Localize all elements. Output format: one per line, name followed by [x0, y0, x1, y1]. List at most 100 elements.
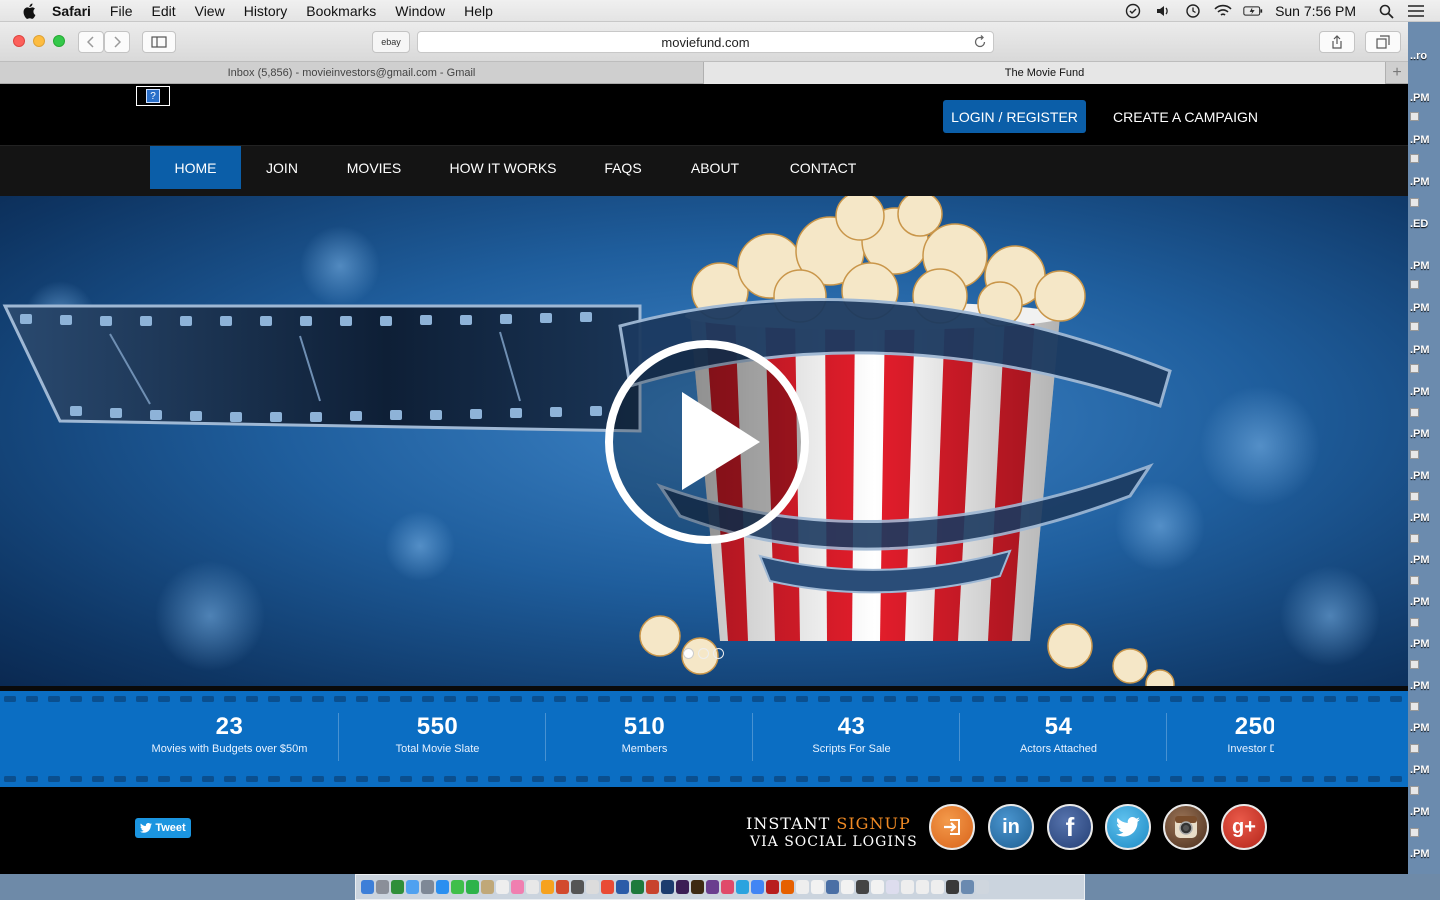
desktop-icon-label[interactable]: .PM — [1410, 638, 1440, 650]
document-icon[interactable] — [901, 880, 914, 894]
launchpad-icon[interactable] — [376, 880, 389, 894]
app-icon[interactable] — [721, 880, 734, 894]
menubar-clock[interactable]: Sun 7:56 PM — [1275, 3, 1356, 19]
zoom-window-button[interactable] — [53, 35, 65, 47]
document-icon[interactable] — [841, 880, 854, 894]
facetime-icon[interactable] — [466, 880, 479, 894]
trash-icon[interactable] — [976, 880, 989, 894]
site-logo[interactable]: ? — [136, 86, 170, 106]
word-icon[interactable] — [616, 880, 629, 894]
create-campaign-link[interactable]: CREATE A CAMPAIGN — [1103, 100, 1268, 133]
document-icon[interactable] — [871, 880, 884, 894]
social-linkedin-button[interactable]: in — [988, 804, 1034, 850]
nav-how-it-works[interactable]: HOW IT WORKS — [440, 146, 566, 189]
nav-movies[interactable]: MOVIES — [334, 146, 414, 189]
desktop-icon-label[interactable]: .PM — [1410, 386, 1440, 398]
tab-movie-fund[interactable]: The Movie Fund — [704, 62, 1386, 84]
nav-home[interactable]: HOME — [150, 146, 241, 189]
desktop-icon-label[interactable]: .PM — [1410, 764, 1440, 776]
slider-dot-1[interactable] — [683, 648, 694, 659]
document-icon[interactable] — [811, 880, 824, 894]
desktop-icon-label[interactable]: .PM — [1410, 680, 1440, 692]
downloads-stack-icon[interactable] — [961, 880, 974, 894]
tweet-button[interactable]: Tweet — [135, 818, 191, 838]
desktop-icon-label[interactable]: .PM — [1410, 806, 1440, 818]
desktop-icon-label[interactable]: .PM — [1410, 260, 1440, 272]
menu-bookmarks[interactable]: Bookmarks — [306, 3, 376, 19]
textedit-icon[interactable] — [796, 880, 809, 894]
desktop-icon-label[interactable]: .PM — [1410, 470, 1440, 482]
app-store-icon[interactable] — [406, 880, 419, 894]
desktop-icon-label[interactable]: ..ro — [1410, 50, 1440, 62]
desktop-icon-label[interactable]: .ED — [1410, 218, 1440, 230]
desktop-file-icon[interactable] — [1410, 364, 1419, 373]
acrobat-icon[interactable] — [766, 880, 779, 894]
time-machine-icon[interactable] — [1183, 3, 1203, 19]
desktop-icon-label[interactable]: .PM — [1410, 428, 1440, 440]
slider-dot-2[interactable] — [698, 648, 709, 659]
menu-edit[interactable]: Edit — [151, 3, 175, 19]
desktop-file-icon[interactable] — [1410, 702, 1419, 711]
desktop-icon-label[interactable]: .PM — [1410, 92, 1440, 104]
desktop-icon-label[interactable]: .PM — [1410, 848, 1440, 860]
illustrator-icon[interactable] — [691, 880, 704, 894]
notes-app-icon[interactable] — [481, 880, 494, 894]
preview-icon[interactable] — [586, 880, 599, 894]
time-machine-dock-icon[interactable] — [571, 880, 584, 894]
social-signin-button[interactable] — [929, 804, 975, 850]
social-facebook-button[interactable]: f — [1047, 804, 1093, 850]
safari-icon[interactable] — [436, 880, 449, 894]
document-icon[interactable] — [931, 880, 944, 894]
premiere-icon[interactable] — [676, 880, 689, 894]
chrome-icon[interactable] — [601, 880, 614, 894]
app-icon[interactable] — [826, 880, 839, 894]
chrome-alt-icon[interactable] — [751, 880, 764, 894]
photo-booth-icon[interactable] — [556, 880, 569, 894]
reload-icon[interactable] — [973, 35, 987, 49]
desktop-file-icon[interactable] — [1410, 786, 1419, 795]
desktop-file-icon[interactable] — [1410, 828, 1419, 837]
desktop-icon-label[interactable]: .PM — [1410, 176, 1440, 188]
social-twitter-button[interactable] — [1105, 804, 1151, 850]
menu-window[interactable]: Window — [395, 3, 445, 19]
favorite-ebay-button[interactable]: ebay — [372, 31, 410, 53]
spotlight-search-icon[interactable] — [1376, 3, 1396, 19]
photos-icon[interactable] — [526, 880, 539, 894]
firefox-icon[interactable] — [781, 880, 794, 894]
desktop-icon-label[interactable]: .PM — [1410, 302, 1440, 314]
menu-history[interactable]: History — [244, 3, 288, 19]
calendar-icon[interactable] — [496, 880, 509, 894]
menu-view[interactable]: View — [195, 3, 225, 19]
desktop-file-icon[interactable] — [1410, 492, 1419, 501]
desktop-icon-label[interactable]: .PM — [1410, 596, 1440, 608]
itunes-icon[interactable] — [511, 880, 524, 894]
share-button[interactable] — [1319, 31, 1355, 53]
battery-icon[interactable] — [1243, 3, 1263, 19]
nav-join[interactable]: JOIN — [250, 146, 314, 189]
desktop-file-icon[interactable] — [1410, 280, 1419, 289]
play-video-button[interactable] — [605, 344, 809, 548]
social-googleplus-button[interactable]: g+ — [1221, 804, 1267, 850]
finder-icon[interactable] — [361, 880, 374, 894]
notification-center-icon[interactable] — [1406, 3, 1426, 19]
desktop-file-icon[interactable] — [1410, 744, 1419, 753]
activity-monitor-icon[interactable] — [391, 880, 404, 894]
nav-faqs[interactable]: FAQS — [592, 146, 654, 189]
desktop-file-icon[interactable] — [1410, 450, 1419, 459]
desktop-file-icon[interactable] — [1410, 408, 1419, 417]
excel-icon[interactable] — [631, 880, 644, 894]
slider-dot-3[interactable] — [713, 648, 724, 659]
powerpoint-icon[interactable] — [646, 880, 659, 894]
check-circle-icon[interactable] — [1123, 3, 1143, 19]
messages-icon[interactable] — [451, 880, 464, 894]
document-icon[interactable] — [946, 880, 959, 894]
desktop-file-icon[interactable] — [1410, 322, 1419, 331]
photoshop-icon[interactable] — [661, 880, 674, 894]
tab-overview-button[interactable] — [1365, 31, 1401, 53]
menu-help[interactable]: Help — [464, 3, 493, 19]
desktop-icon-label[interactable]: .PM — [1410, 554, 1440, 566]
skype-icon[interactable] — [736, 880, 749, 894]
tab-gmail[interactable]: Inbox (5,856) - movieinvestors@gmail.com… — [0, 62, 704, 84]
desktop-icon-label[interactable]: .PM — [1410, 344, 1440, 356]
desktop-file-icon[interactable] — [1410, 576, 1419, 585]
